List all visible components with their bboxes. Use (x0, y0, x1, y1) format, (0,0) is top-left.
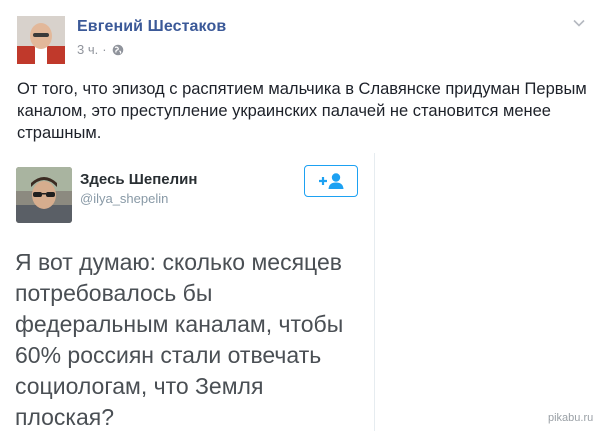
follow-user-icon (319, 173, 344, 189)
post-text: От того, что эпизод с распятием мальчика… (17, 80, 587, 142)
tweet-author-name[interactable]: Здесь Шепелин (80, 171, 197, 188)
author-avatar[interactable] (17, 16, 65, 64)
chevron-down-icon[interactable] (572, 16, 586, 30)
post-time[interactable]: 3 ч. (77, 42, 98, 57)
meta-separator: · (102, 42, 107, 57)
tweet-text: Я вот думаю: сколько месяцев потребовало… (15, 249, 344, 430)
embedded-tweet: Здесь Шепелин @ilya_shepelin Я вот думаю… (1, 153, 375, 431)
author-name[interactable]: Евгений Шестаков (77, 18, 226, 36)
globe-icon (112, 44, 124, 56)
follow-button[interactable] (304, 165, 358, 197)
post-meta: 3 ч. · (77, 42, 124, 57)
tweet-author-avatar[interactable] (16, 167, 72, 223)
tweet-author-handle[interactable]: @ilya_shepelin (80, 191, 168, 206)
watermark: pikabu.ru (548, 412, 594, 424)
